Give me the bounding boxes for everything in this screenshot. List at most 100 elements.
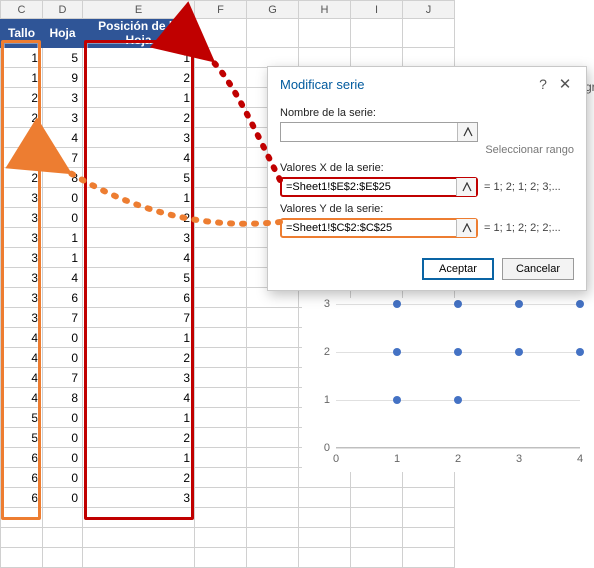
cell-tallo[interactable]: 3: [1, 268, 43, 288]
header-tallo: Tallo: [1, 19, 43, 48]
cell-posicion[interactable]: 3: [83, 368, 195, 388]
cell-hoja[interactable]: 6: [43, 288, 83, 308]
cell-tallo[interactable]: 3: [1, 288, 43, 308]
cell-tallo[interactable]: 4: [1, 368, 43, 388]
table-row[interactable]: 151: [1, 48, 455, 68]
col-header-j[interactable]: J: [403, 1, 455, 19]
cell-posicion[interactable]: 7: [83, 308, 195, 328]
cell-posicion[interactable]: 2: [83, 348, 195, 368]
cell-posicion[interactable]: 4: [83, 148, 195, 168]
scatter-chart[interactable]: 012301234: [302, 298, 588, 472]
cell-hoja[interactable]: 4: [43, 268, 83, 288]
ok-button[interactable]: Aceptar: [422, 258, 494, 280]
series-name-input[interactable]: [281, 123, 457, 141]
cell-hoja[interactable]: 1: [43, 228, 83, 248]
cell-tallo[interactable]: 2: [1, 168, 43, 188]
cell-posicion[interactable]: 5: [83, 268, 195, 288]
cell-hoja[interactable]: 0: [43, 428, 83, 448]
cell-posicion[interactable]: 1: [83, 188, 195, 208]
x-tick-label: 2: [455, 453, 461, 465]
col-header-i[interactable]: I: [351, 1, 403, 19]
cell-hoja[interactable]: 0: [43, 448, 83, 468]
cell-tallo[interactable]: 3: [1, 248, 43, 268]
dialog-title: Modificar serie: [280, 77, 365, 92]
cell-hoja[interactable]: 9: [43, 68, 83, 88]
cell-hoja[interactable]: 3: [43, 108, 83, 128]
cell-tallo[interactable]: 6: [1, 448, 43, 468]
cell-posicion[interactable]: 4: [83, 248, 195, 268]
cell-hoja[interactable]: 7: [43, 148, 83, 168]
range-picker-icon[interactable]: [456, 178, 476, 196]
cell-tallo[interactable]: 2: [1, 128, 43, 148]
cell-hoja[interactable]: 0: [43, 328, 83, 348]
range-picker-icon[interactable]: [456, 219, 476, 237]
cell-tallo[interactable]: 2: [1, 148, 43, 168]
y-values-input[interactable]: [282, 219, 456, 237]
cell-tallo[interactable]: 1: [1, 48, 43, 68]
cell-tallo[interactable]: 3: [1, 188, 43, 208]
cell-hoja[interactable]: 5: [43, 48, 83, 68]
cell-posicion[interactable]: 1: [83, 328, 195, 348]
cell-hoja[interactable]: 0: [43, 408, 83, 428]
cell-hoja[interactable]: 8: [43, 388, 83, 408]
cell-hoja[interactable]: 7: [43, 368, 83, 388]
close-button[interactable]: ✕: [554, 75, 576, 93]
cell-tallo[interactable]: 1: [1, 68, 43, 88]
cell-tallo[interactable]: 6: [1, 488, 43, 508]
cell-posicion[interactable]: 2: [83, 108, 195, 128]
help-button[interactable]: ?: [532, 76, 554, 92]
cell-hoja[interactable]: 0: [43, 208, 83, 228]
cell-hoja[interactable]: 0: [43, 348, 83, 368]
y-tick-label: 1: [314, 394, 330, 406]
cell-hoja[interactable]: 7: [43, 308, 83, 328]
cell-posicion[interactable]: 6: [83, 288, 195, 308]
cell-tallo[interactable]: 4: [1, 348, 43, 368]
cell-posicion[interactable]: 3: [83, 228, 195, 248]
cell-hoja[interactable]: 1: [43, 248, 83, 268]
cancel-button[interactable]: Cancelar: [502, 258, 574, 280]
col-header-g[interactable]: G: [247, 1, 299, 19]
cell-tallo[interactable]: 2: [1, 88, 43, 108]
cell-posicion[interactable]: 5: [83, 168, 195, 188]
y-tick-label: 2: [314, 346, 330, 358]
cell-tallo[interactable]: 4: [1, 328, 43, 348]
cell-posicion[interactable]: 2: [83, 68, 195, 88]
cell-posicion[interactable]: 1: [83, 48, 195, 68]
cell-hoja[interactable]: 8: [43, 168, 83, 188]
cell-tallo[interactable]: 3: [1, 208, 43, 228]
cell-tallo[interactable]: 3: [1, 228, 43, 248]
col-header-c[interactable]: C: [1, 1, 43, 19]
cell-posicion[interactable]: 3: [83, 488, 195, 508]
col-header-d[interactable]: D: [43, 1, 83, 19]
cell-posicion[interactable]: 2: [83, 468, 195, 488]
cell-hoja[interactable]: 0: [43, 468, 83, 488]
cell-hoja[interactable]: 4: [43, 128, 83, 148]
col-header-f[interactable]: F: [195, 1, 247, 19]
cell-hoja[interactable]: 0: [43, 188, 83, 208]
cell-posicion[interactable]: 4: [83, 388, 195, 408]
cell-posicion[interactable]: 2: [83, 208, 195, 228]
cell-tallo[interactable]: 5: [1, 428, 43, 448]
range-picker-icon[interactable]: [457, 123, 477, 141]
select-range-link[interactable]: Seleccionar rango: [280, 144, 574, 156]
cell-posicion[interactable]: 1: [83, 408, 195, 428]
cell-posicion[interactable]: 1: [83, 88, 195, 108]
table-row[interactable]: 603: [1, 488, 455, 508]
cell-tallo[interactable]: 6: [1, 468, 43, 488]
cell-posicion[interactable]: 1: [83, 448, 195, 468]
x-values-input[interactable]: [282, 178, 456, 196]
col-header-h[interactable]: H: [299, 1, 351, 19]
table-row[interactable]: [1, 508, 455, 528]
table-row[interactable]: [1, 528, 455, 548]
cell-posicion[interactable]: 3: [83, 128, 195, 148]
cell-tallo[interactable]: 5: [1, 408, 43, 428]
table-row[interactable]: [1, 548, 455, 568]
cell-tallo[interactable]: 4: [1, 388, 43, 408]
chart-point: [454, 300, 462, 308]
cell-hoja[interactable]: 3: [43, 88, 83, 108]
cell-hoja[interactable]: 0: [43, 488, 83, 508]
cell-tallo[interactable]: 2: [1, 108, 43, 128]
col-header-e[interactable]: E: [83, 1, 195, 19]
cell-tallo[interactable]: 3: [1, 308, 43, 328]
cell-posicion[interactable]: 2: [83, 428, 195, 448]
